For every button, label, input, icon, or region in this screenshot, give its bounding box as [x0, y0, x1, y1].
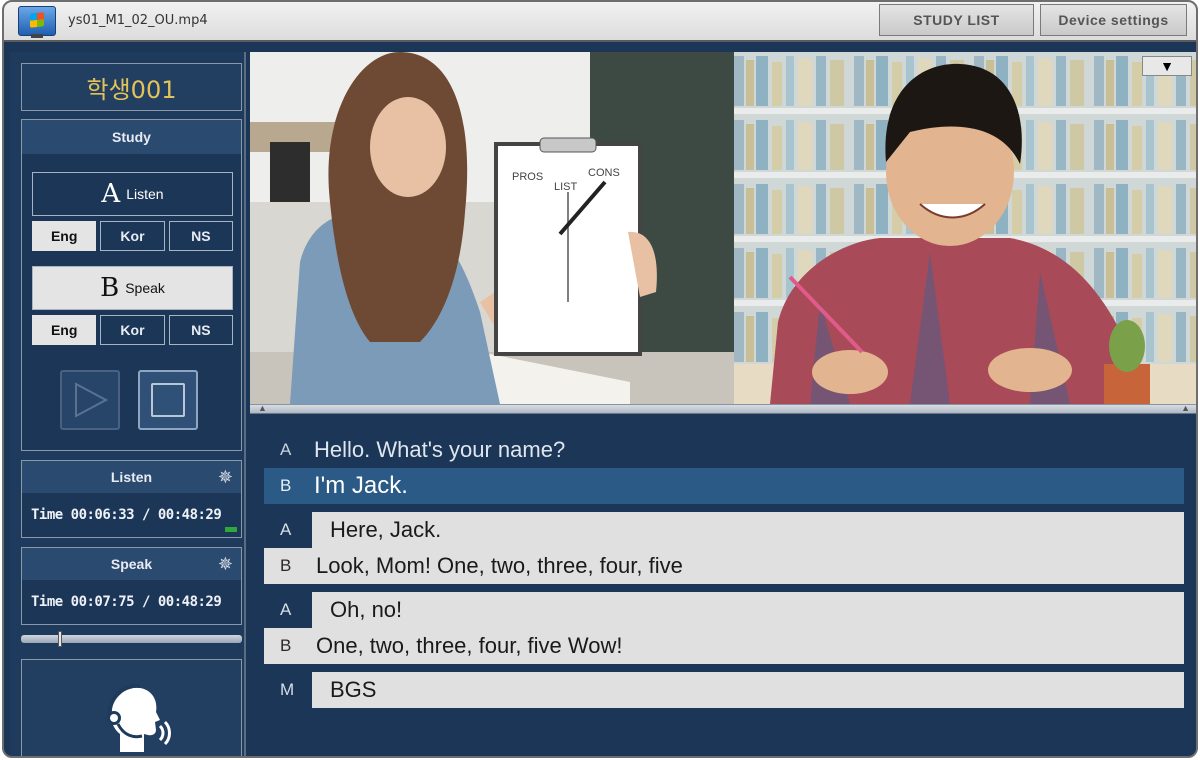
teacher-video-frame: PROS LIST CONS [250, 52, 734, 404]
listen-lang-eng-button[interactable]: Eng [32, 221, 97, 251]
video-dropdown-button[interactable]: ▼ [1142, 56, 1192, 76]
listen-language-row: Eng Kor NS [32, 221, 233, 251]
volume-slider-thumb[interactable] [57, 631, 62, 647]
script-line[interactable]: A Here, Jack. [280, 512, 1184, 548]
speak-settings-gear-icon[interactable]: ✵ [218, 555, 233, 573]
script-panel: A Hello. What's your name? B I'm Jack. A… [250, 414, 1196, 756]
speak-button[interactable]: B Speak [32, 266, 233, 310]
play-button[interactable] [60, 370, 120, 430]
speaker-label: A [280, 600, 292, 619]
listen-level-indicator [225, 527, 237, 532]
speak-time-readout: Time 00:07:75 / 00:48:29 [31, 594, 222, 610]
speak-label: Speak [125, 280, 165, 296]
listen-label: Listen [126, 186, 164, 202]
sidebar: 학생001 Study A Listen Eng Kor NS B Speak … [10, 52, 246, 756]
script-line[interactable]: B Look, Mom! One, two, three, four, five [264, 548, 1184, 584]
listen-settings-gear-icon[interactable]: ✵ [218, 468, 233, 486]
splitter-up-icon-right: ▲ [1181, 403, 1190, 413]
speaker-label: A [280, 520, 292, 539]
speaker-label: B [280, 476, 292, 495]
speak-letter: B [100, 273, 120, 303]
speak-language-row: Eng Kor NS [32, 315, 233, 345]
stop-button[interactable] [138, 370, 198, 430]
script-line-current[interactable]: B I'm Jack. [264, 468, 1184, 504]
speaker-label: M [280, 680, 295, 699]
video-player[interactable]: PROS LIST CONS ▼ [250, 52, 1196, 404]
script-line[interactable]: M BGS [280, 672, 1184, 708]
app-window: ys01_M1_02_OU.mp4 STUDY LIST Device sett… [2, 0, 1198, 758]
speak-lang-ns-button[interactable]: NS [168, 315, 233, 345]
listen-lang-kor-button[interactable]: Kor [100, 221, 165, 251]
device-settings-button[interactable]: Device settings [1040, 4, 1187, 36]
app-icon [18, 6, 56, 38]
line-text: Here, Jack. [330, 517, 442, 542]
line-text: I'm Jack. [314, 472, 408, 499]
script-line[interactable]: B One, two, three, four, five Wow! [264, 628, 1184, 664]
student-video-frame [734, 52, 1196, 404]
student-name: 학생001 [21, 63, 242, 111]
listen-time-readout: Time 00:06:33 / 00:48:29 [31, 507, 222, 523]
study-panel: Study A Listen Eng Kor NS B Speak Eng Ko… [21, 119, 242, 451]
script-line[interactable]: A Hello. What's your name? [264, 432, 1184, 468]
line-text: Look, Mom! One, two, three, four, five [316, 553, 683, 578]
line-text: BGS [330, 677, 377, 702]
speaker-label: B [280, 636, 292, 655]
speak-time-panel: Speak ✵ Time 00:07:75 / 00:48:29 [21, 547, 242, 625]
voice-recognition-box[interactable] [21, 659, 242, 756]
listen-letter: A [101, 179, 121, 209]
study-list-button[interactable]: STUDY LIST [879, 4, 1034, 36]
window-title: ys01_M1_02_OU.mp4 [68, 13, 208, 28]
speaker-label: A [280, 440, 292, 459]
study-header: Study [22, 120, 241, 154]
clipboard-cons-label: CONS [588, 167, 620, 179]
play-icon [75, 382, 109, 418]
speak-lang-kor-button[interactable]: Kor [100, 315, 165, 345]
speak-lang-eng-button[interactable]: Eng [32, 315, 97, 345]
headset-speaking-icon [107, 683, 171, 752]
line-text: Oh, no! [330, 597, 403, 622]
speaker-label: B [280, 556, 292, 575]
listen-button[interactable]: A Listen [32, 172, 233, 216]
listen-lang-ns-button[interactable]: NS [168, 221, 233, 251]
clipboard-list-label: LIST [554, 181, 578, 193]
speak-time-title: Speak [22, 548, 241, 580]
stop-icon [151, 383, 185, 417]
line-text: Hello. What's your name? [314, 437, 566, 462]
title-bar: ys01_M1_02_OU.mp4 STUDY LIST Device sett… [4, 2, 1196, 42]
script-line[interactable]: A Oh, no! [280, 592, 1184, 628]
line-text: One, two, three, four, five Wow! [316, 633, 623, 658]
splitter-up-icon: ▲ [258, 403, 267, 413]
clipboard-pros-label: PROS [512, 171, 543, 183]
panel-splitter[interactable]: ▲ ▲ [250, 403, 1196, 414]
listen-time-panel: Listen ✵ Time 00:06:33 / 00:48:29 [21, 460, 242, 538]
listen-time-title: Listen [22, 461, 241, 493]
volume-slider[interactable] [21, 631, 242, 647]
